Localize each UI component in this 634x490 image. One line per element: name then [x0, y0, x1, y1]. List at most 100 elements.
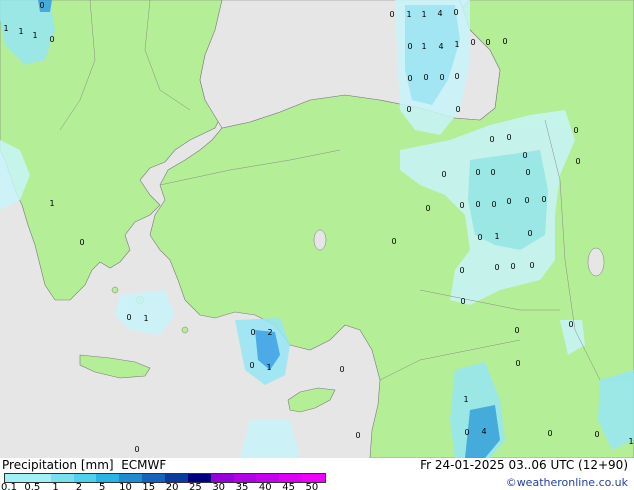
precip-value-label: 0: [460, 297, 465, 306]
color-scale-swatch: [142, 474, 166, 482]
legend-title-text: Precipitation [mm]: [2, 458, 114, 472]
precip-value-label: 0: [425, 204, 430, 213]
precip-value-label: 1: [143, 314, 148, 323]
precip-value-label: 0: [355, 431, 360, 440]
precip-value-label: 1: [49, 199, 54, 208]
precip-value-label: 0: [522, 151, 527, 160]
precip-value-label: 0: [423, 73, 428, 82]
color-scale-tick-label: 50: [305, 482, 319, 490]
color-scale-swatch: [187, 474, 212, 482]
color-scale-tick-label: 0.1: [1, 482, 17, 490]
precip-value-label: 0: [407, 42, 412, 51]
color-scale-swatch: [233, 474, 257, 482]
precip-value-label: 0: [470, 38, 475, 47]
color-scale-swatch: [96, 474, 120, 482]
precip-value-label: 0: [455, 105, 460, 114]
map-canvas: 01 1 1 00 1 1 4 00 1 4 1 0 0 00 0 0 00 00 00000 0 0 00 00 0 0 001…: [0, 0, 634, 458]
color-scale-swatch: [279, 474, 303, 482]
precip-value-label: 4: [437, 9, 442, 18]
precip-value-label: 0: [568, 320, 573, 329]
color-scale-swatch: [210, 474, 235, 482]
precip-value-label: 0: [491, 200, 496, 209]
legend-title: Precipitation [mm] ECMWF: [2, 458, 166, 472]
color-scale-swatch: [256, 474, 280, 482]
color-scale-swatch: [5, 474, 29, 482]
color-scale-tick-label: 30: [212, 482, 226, 490]
color-scale-swatch: [50, 474, 75, 482]
precip-value-label: 0: [339, 365, 344, 374]
precip-value-label: 0: [475, 200, 480, 209]
precip-value-label: 0: [79, 238, 84, 247]
precip-value-label: 0: [506, 197, 511, 206]
precip-value-label: 0: [39, 1, 44, 10]
precip-value-label: 1: [463, 395, 468, 404]
precip-value-label: 2: [267, 328, 272, 337]
precipitation-map-image: 0111001140014100000000000000000000000001…: [0, 0, 634, 490]
color-scale-swatch: [73, 474, 97, 482]
precip-value-label: 1: [406, 10, 411, 19]
precip-value-label: 0: [475, 168, 480, 177]
color-scale-swatch: [119, 474, 143, 482]
precip-value-label: 1: [3, 24, 8, 33]
color-scale-tick-label: 2: [75, 482, 83, 490]
lake: [313, 229, 327, 251]
precip-value-label: 4: [438, 42, 443, 51]
color-scale-tick-label: 40: [258, 482, 272, 490]
color-scale-tick-label: 45: [282, 482, 295, 490]
precip-value-label: 0: [406, 105, 411, 114]
precip-value-label: 0: [573, 126, 578, 135]
precip-value-label: 1: [494, 232, 499, 241]
precip-value-label: 0: [464, 428, 469, 437]
precip-value-label: 4: [481, 427, 486, 436]
credit-text: ©weatheronline.co.uk: [505, 476, 628, 489]
precip-value-label: 1: [18, 27, 23, 36]
legend-datetime: Fr 24-01-2025 03..06 UTC (12+90): [420, 458, 628, 472]
precip-value-label: 0: [441, 170, 446, 179]
precip-value-label: 0: [506, 133, 511, 142]
precip-value-label: 0: [407, 74, 412, 83]
precip-value-label: 1: [421, 10, 426, 19]
precip-value-label: 0: [126, 313, 131, 322]
color-scale-swatch: [27, 474, 52, 482]
precip-value-label: 0: [594, 430, 599, 439]
precip-value-label: 0: [529, 261, 534, 270]
precip-value-label: 0: [454, 72, 459, 81]
color-scale-tick-label: 10: [119, 482, 132, 490]
color-scale-tick-label: 15: [142, 482, 156, 490]
precip-value-label: 0: [502, 37, 507, 46]
precip-value-label: 0: [575, 157, 580, 166]
color-scale-tick-label: 1: [52, 482, 59, 490]
lake: [587, 247, 605, 277]
precip-value-label: 0: [510, 262, 515, 271]
precip-value-label: 0: [453, 8, 458, 17]
precip-value-label: 0: [514, 326, 519, 335]
precip-value-label: 0: [134, 445, 139, 454]
island: [111, 286, 119, 294]
color-scale-tick-label: 5: [99, 482, 106, 490]
precip-value-label: 0: [527, 229, 532, 238]
precip-value-label: 1: [628, 437, 633, 446]
precip-value-label: 0: [485, 38, 490, 47]
color-scale-tick-label: 20: [165, 482, 179, 490]
color-scale-tick-label: 25: [189, 482, 202, 490]
precip-value-label: 0: [525, 168, 530, 177]
precip-value-label: 1: [266, 363, 271, 372]
color-scale-swatch: [165, 474, 189, 482]
island: [181, 326, 189, 334]
color-scale-tick-label: 35: [235, 482, 249, 490]
precip-value-label: 0: [541, 195, 546, 204]
legend-bar: Precipitation [mm] ECMWF Fr 24-01-2025 0…: [0, 458, 634, 490]
precip-value-label: 0: [389, 10, 394, 19]
precip-value-label: 0: [459, 266, 464, 275]
precip-value-label: 0: [249, 361, 254, 370]
legend-model: ECMWF: [121, 458, 167, 472]
color-scale-swatch: [302, 474, 326, 482]
precip-value-label: 0: [490, 168, 495, 177]
precip-value-label: 0: [439, 73, 444, 82]
precip-value-label: 0: [49, 35, 54, 44]
color-scale-tick-label: 0.5: [24, 482, 41, 490]
precip-value-label: 0: [489, 135, 494, 144]
precip-value-label: 0: [494, 263, 499, 272]
precip-value-label: 0: [515, 359, 520, 368]
precip-value-label: 1: [32, 31, 37, 40]
